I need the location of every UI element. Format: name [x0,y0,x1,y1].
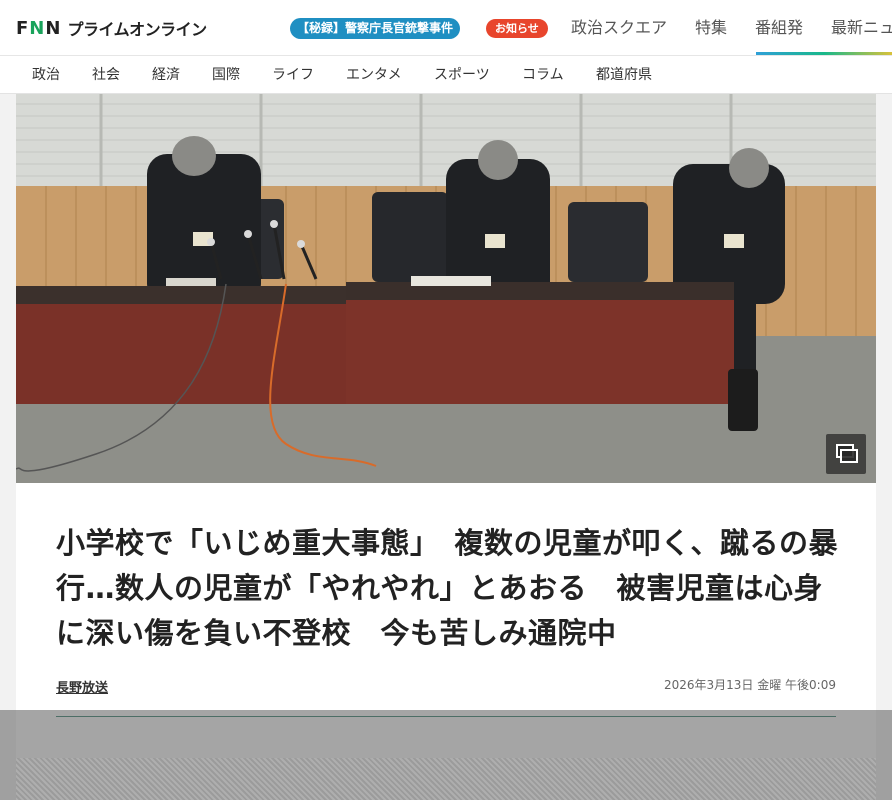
article-source-link[interactable]: 長野放送 [56,677,108,696]
press-conference-photo [16,94,876,483]
category-column[interactable]: コラム [522,66,564,84]
article-headline: 小学校で「いじめ重大事態」 複数の児童が叩く、蹴るの暴行…数人の児童が「やれやれ… [56,526,839,650]
nav-latest-news[interactable]: 最新ニュ [831,16,892,40]
nav-programs[interactable]: 番組発 [755,16,803,40]
article-date: 2026年3月13日 金曜 午後0:09 [663,678,836,692]
category-entertainment[interactable]: エンタメ [346,66,402,84]
category-bar: 政治 社会 経済 国際 ライフ エンタメ スポーツ コラム 都道府県 [0,56,892,94]
logo-fnn: FNN [16,17,62,39]
site-logo[interactable]: FNN プライムオンライン [16,16,207,40]
notice-pill[interactable]: お知らせ [486,19,548,38]
article-hero-image [16,94,876,483]
overlay-hatch [16,758,876,800]
category-society[interactable]: 社会 [92,66,120,84]
topic-pill[interactable]: 【秘録】警察庁長官銃撃事件 [290,18,461,39]
gallery-icon[interactable] [826,434,866,474]
logo-prime-online: プライムオンライン [67,20,207,39]
category-life[interactable]: ライフ [272,66,314,84]
category-sports[interactable]: スポーツ [434,66,490,84]
category-economy[interactable]: 経済 [152,66,180,84]
category-prefectures[interactable]: 都道府県 [596,66,652,84]
nav-politics-square[interactable]: 政治スクエア [571,16,667,40]
category-politics[interactable]: 政治 [32,66,60,84]
site-header: FNN プライムオンライン 【秘録】警察庁長官銃撃事件 お知らせ 政治スクエア … [0,0,892,56]
gallery-icon-front [840,449,858,463]
nav-features[interactable]: 特集 [695,16,727,40]
bottom-overlay [0,710,892,800]
category-international[interactable]: 国際 [212,66,240,84]
nav-underline [756,52,892,55]
